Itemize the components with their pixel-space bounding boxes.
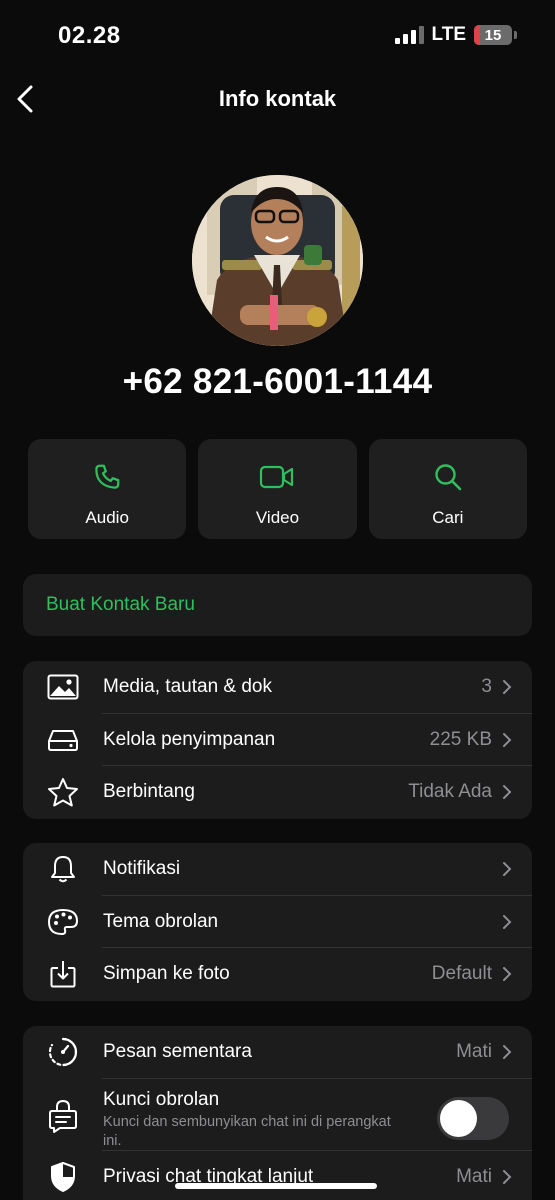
notifications-label: Notifikasi bbox=[103, 858, 181, 880]
status-time: 02.28 bbox=[58, 22, 121, 49]
media-label: Media, tautan & dok bbox=[103, 676, 272, 698]
manage-storage-row[interactable]: Kelola penyimpanan 225 KB bbox=[23, 714, 532, 767]
battery-tip bbox=[514, 31, 517, 39]
save-to-photos-value: Default bbox=[431, 963, 492, 985]
bell-icon bbox=[51, 856, 75, 883]
avatar[interactable] bbox=[192, 175, 363, 346]
privacy-card: Pesan sementara Mati Kunci obrolan Kunci… bbox=[23, 1026, 532, 1200]
page-title: Info kontak bbox=[218, 86, 337, 111]
contact-phone-number: +62 821-6001-1144 bbox=[122, 362, 433, 401]
battery-icon: 15 bbox=[474, 25, 512, 45]
notifications-row[interactable]: Notifikasi bbox=[23, 843, 532, 896]
save-to-photos-row[interactable]: Simpan ke foto Default bbox=[23, 948, 532, 1001]
palette-icon bbox=[48, 908, 78, 935]
search-label: Cari bbox=[432, 508, 464, 527]
media-count: 3 bbox=[481, 676, 492, 698]
chat-theme-row[interactable]: Tema obrolan bbox=[23, 896, 532, 949]
star-icon bbox=[48, 778, 78, 807]
video-call-button[interactable]: Video bbox=[198, 439, 357, 539]
new-contact-card: Buat Kontak Baru bbox=[23, 574, 532, 636]
storage-label: Kelola penyimpanan bbox=[103, 728, 276, 750]
new-contact-button[interactable]: Buat Kontak Baru bbox=[23, 574, 532, 636]
action-buttons: Audio Video Cari bbox=[28, 439, 527, 539]
advanced-privacy-row[interactable]: Privasi chat tingkat lanjut Mati bbox=[23, 1151, 532, 1200]
chevron-right-icon bbox=[503, 862, 512, 877]
shield-icon bbox=[51, 1161, 75, 1192]
video-camera-icon bbox=[260, 465, 294, 489]
search-button[interactable]: Cari bbox=[368, 439, 527, 539]
battery-level: 15 bbox=[484, 26, 502, 44]
phone-icon bbox=[95, 464, 120, 489]
status-indicators: LTE 15 bbox=[394, 24, 517, 46]
starred-value: Tidak Ada bbox=[408, 781, 492, 803]
chat-settings-card: Notifikasi Tema obrolan Simpan ke foto D… bbox=[23, 843, 532, 1001]
chevron-right-icon bbox=[503, 680, 512, 695]
home-indicator[interactable] bbox=[175, 1183, 377, 1189]
chat-lock-toggle[interactable] bbox=[437, 1096, 509, 1140]
save-to-photos-label: Simpan ke foto bbox=[103, 963, 230, 985]
chat-lock-label: Kunci obrolan bbox=[103, 1088, 220, 1110]
audio-call-button[interactable]: Audio bbox=[28, 439, 187, 539]
media-links-docs-row[interactable]: Media, tautan & dok 3 bbox=[23, 661, 532, 714]
chevron-right-icon bbox=[503, 1045, 512, 1060]
chevron-right-icon bbox=[503, 967, 512, 982]
disappearing-value: Mati bbox=[456, 1041, 492, 1063]
chat-theme-label: Tema obrolan bbox=[103, 910, 219, 932]
media-storage-card: Media, tautan & dok 3 Kelola penyimpanan… bbox=[23, 661, 532, 819]
download-icon bbox=[50, 961, 76, 988]
disappearing-label: Pesan sementara bbox=[103, 1041, 252, 1063]
lock-chat-icon bbox=[49, 1099, 77, 1133]
network-type: LTE bbox=[431, 24, 466, 45]
image-icon bbox=[47, 674, 79, 700]
audio-label: Audio bbox=[85, 508, 129, 527]
video-label: Video bbox=[255, 508, 300, 527]
signal-icon bbox=[394, 26, 424, 44]
chevron-right-icon bbox=[503, 1169, 512, 1184]
storage-icon bbox=[48, 729, 78, 751]
status-bar: 02.28 LTE 15 bbox=[0, 0, 555, 72]
nav-bar: Info kontak bbox=[0, 72, 555, 126]
disappearing-messages-row[interactable]: Pesan sementara Mati bbox=[23, 1026, 532, 1079]
toggle-knob bbox=[440, 1099, 477, 1137]
storage-size: 225 KB bbox=[429, 728, 492, 750]
search-icon bbox=[435, 464, 462, 491]
chevron-right-icon bbox=[503, 914, 512, 929]
starred-row[interactable]: Berbintang Tidak Ada bbox=[23, 766, 532, 819]
chat-lock-row: Kunci obrolan Kunci dan sembunyikan chat… bbox=[23, 1079, 532, 1151]
chevron-right-icon bbox=[503, 732, 512, 747]
starred-label: Berbintang bbox=[103, 781, 195, 803]
profile-photo bbox=[192, 175, 363, 346]
timer-icon bbox=[48, 1038, 78, 1067]
chat-lock-description: Kunci dan sembunyikan chat ini di perang… bbox=[103, 1113, 391, 1149]
advanced-privacy-value: Mati bbox=[456, 1165, 492, 1187]
chevron-right-icon bbox=[503, 785, 512, 800]
